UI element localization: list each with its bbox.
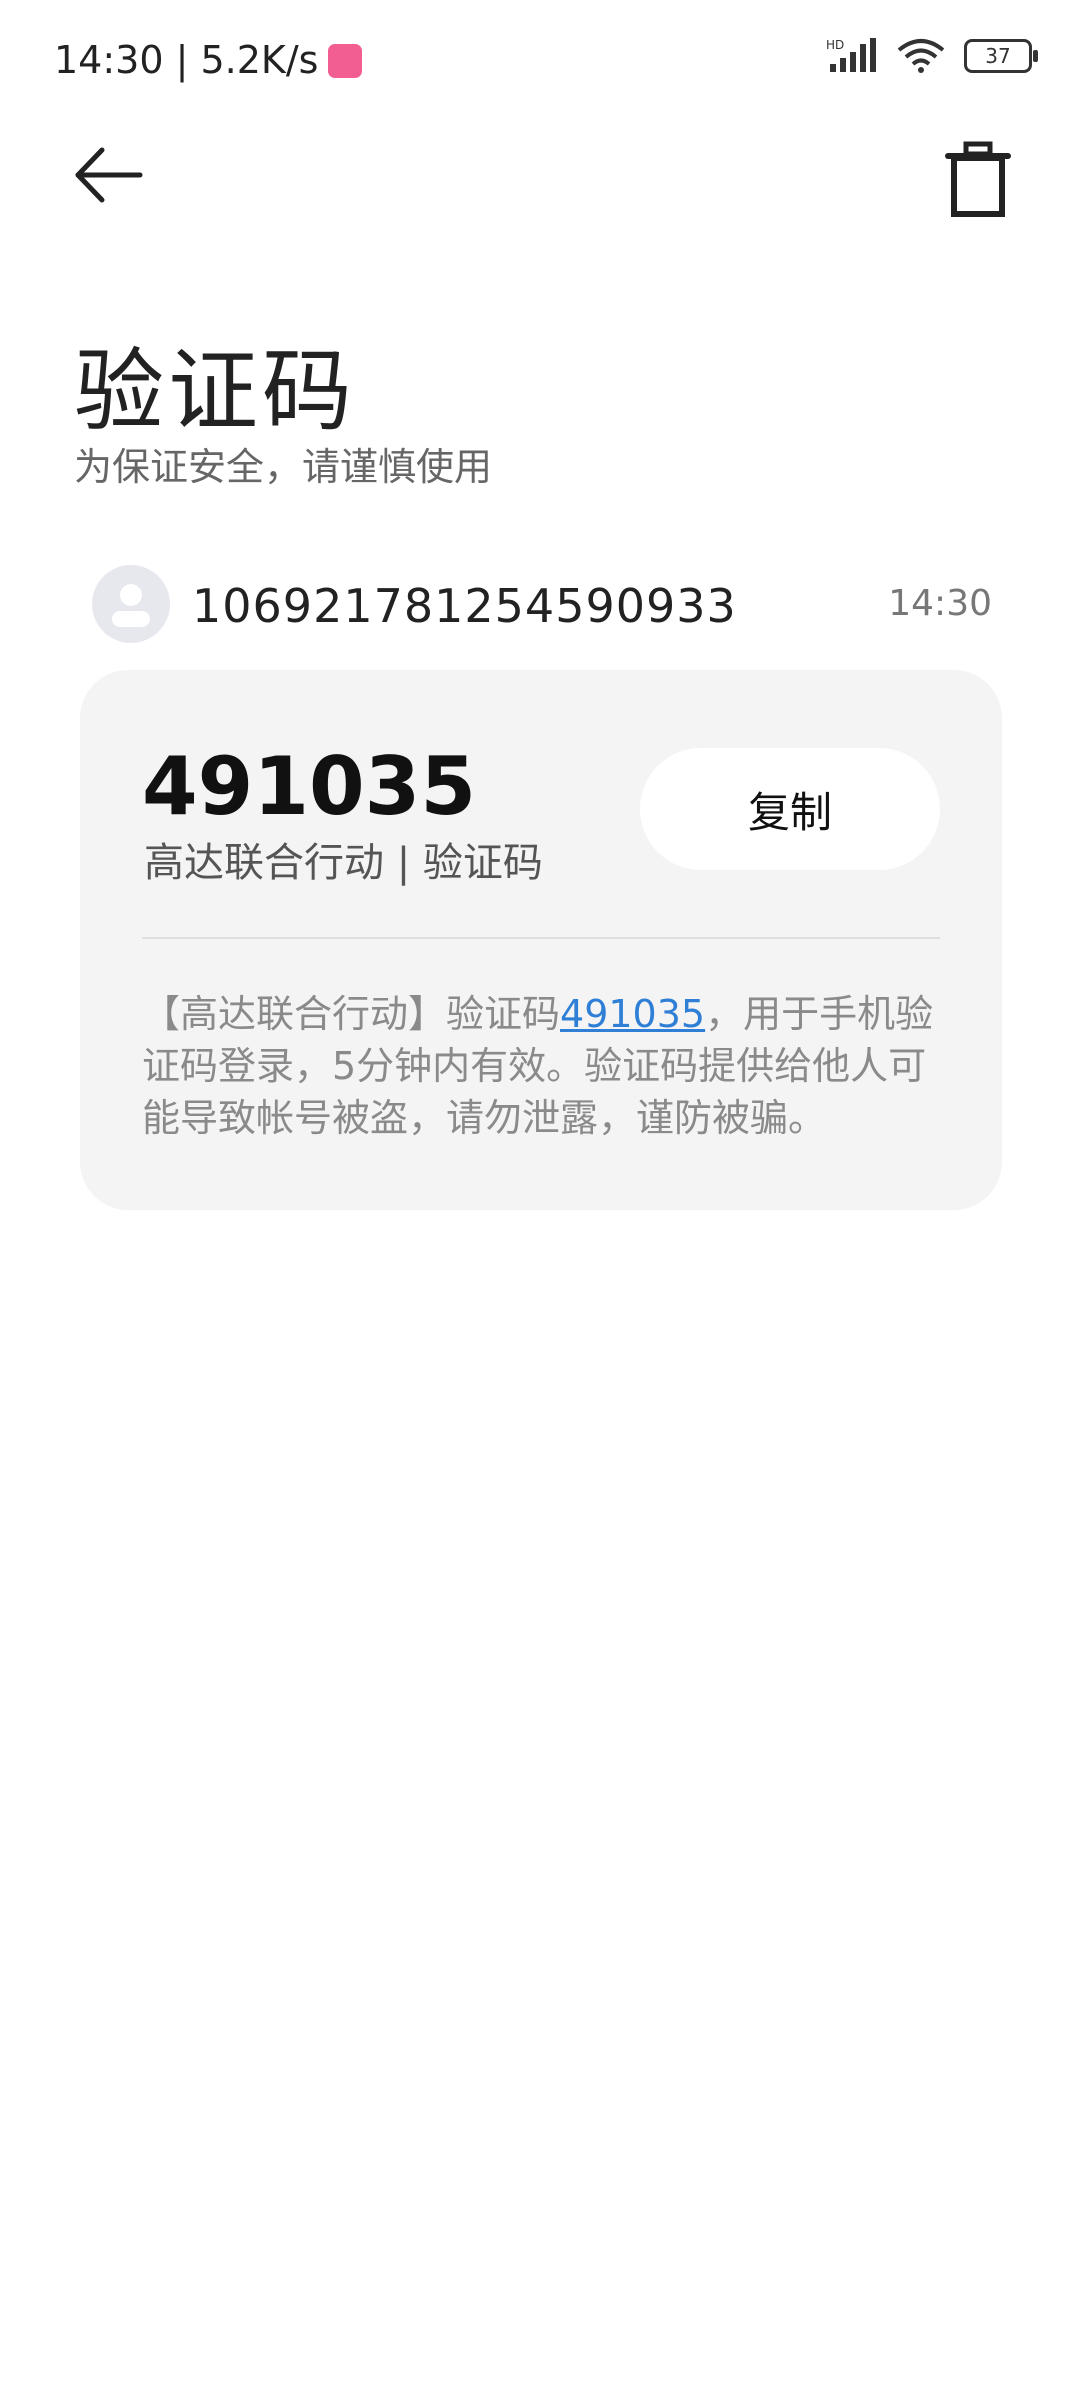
- top-toolbar: [0, 120, 1080, 230]
- sender-number: 106921781254590933: [192, 579, 737, 633]
- code-source-label: 高达联合行动 | 验证码: [144, 840, 543, 886]
- wifi-icon: [897, 39, 945, 73]
- app-notification-icon: [328, 44, 363, 78]
- message-body: 【高达联合行动】验证码491035，用于手机验证码登录，5分钟内有效。验证码提供…: [142, 988, 942, 1144]
- page-subtitle: 为保证安全，请谨慎使用: [74, 445, 493, 489]
- arrow-left-icon: [75, 147, 143, 203]
- battery-icon: 37: [964, 39, 1038, 73]
- user-avatar-icon: [112, 584, 150, 627]
- signal-hd-label: HD: [826, 38, 844, 52]
- status-right: HD 37: [826, 38, 1038, 74]
- verification-code: 491035: [142, 740, 476, 833]
- message-body-prefix: 【高达联合行动】验证码: [142, 992, 561, 1036]
- divider: [142, 937, 940, 939]
- battery-level: 37: [985, 44, 1011, 68]
- status-left: 14:30 | 5.2K/s: [54, 38, 363, 82]
- signal-icon: HD: [826, 38, 876, 72]
- delete-button[interactable]: [938, 140, 1018, 220]
- message-card: 491035 高达联合行动 | 验证码 复制 【高达联合行动】验证码491035…: [80, 670, 1002, 1210]
- back-button[interactable]: [70, 140, 150, 210]
- copy-button[interactable]: 复制: [640, 748, 940, 870]
- message-time: 14:30: [888, 583, 992, 624]
- sender-row: 106921781254590933 14:30: [92, 565, 992, 645]
- status-bar: 14:30 | 5.2K/s HD 37: [0, 0, 1080, 120]
- message-code-link[interactable]: 491035: [560, 992, 705, 1036]
- page-title: 验证码: [74, 339, 356, 444]
- avatar: [92, 565, 170, 643]
- trash-icon: [945, 141, 1011, 217]
- status-time-speed: 14:30 | 5.2K/s: [54, 38, 319, 82]
